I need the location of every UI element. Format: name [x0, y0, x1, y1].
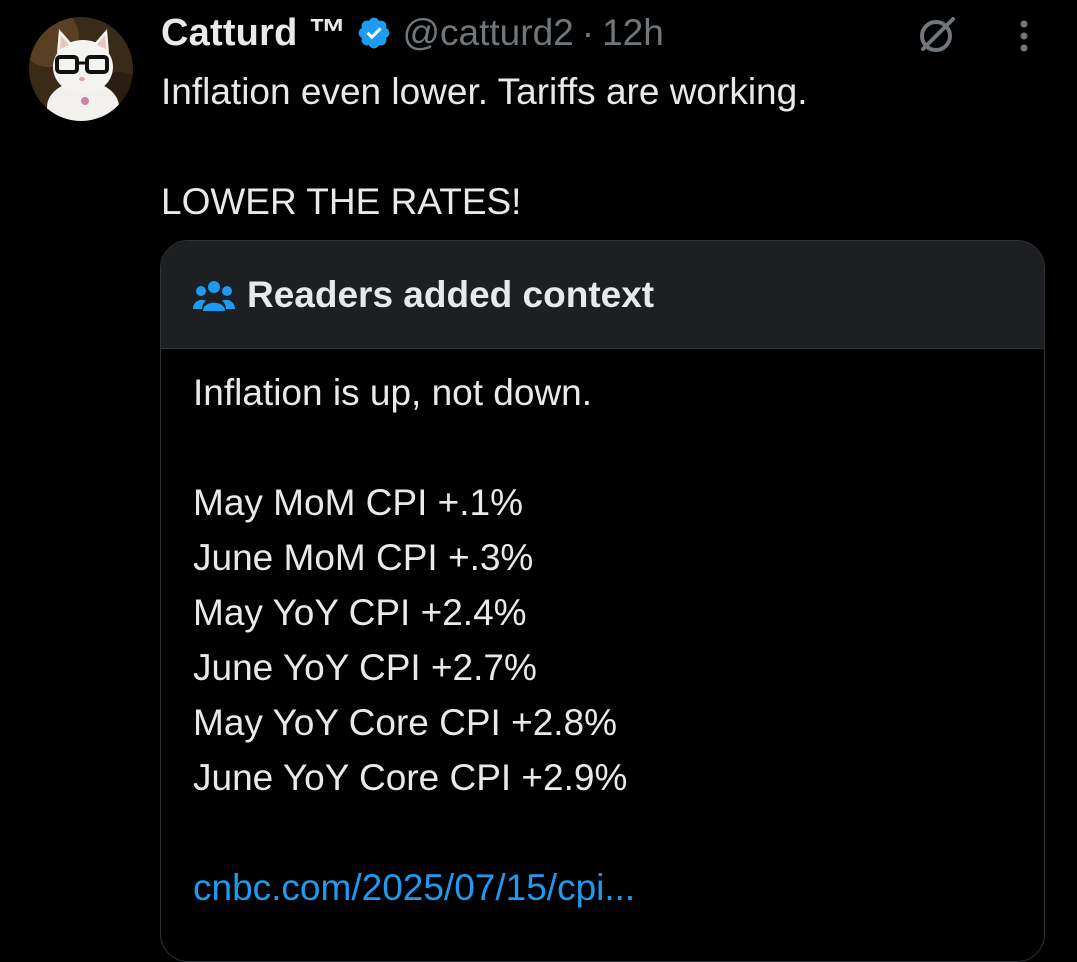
note-line	[193, 805, 1044, 860]
community-note-body: Inflation is up, not down. May MoM CPI +…	[161, 349, 1044, 915]
tweet: Catturd ™ @catturd2 · 12h Inflation even…	[0, 0, 1077, 962]
verified-badge-icon[interactable]	[356, 15, 392, 51]
grok-icon[interactable]	[914, 12, 960, 58]
note-line: June YoY CPI +2.7%	[193, 647, 537, 688]
note-line: May YoY Core CPI +2.8%	[193, 702, 618, 743]
note-link-line: cnbc.com/2025/07/15/cpi...	[193, 860, 1044, 915]
more-icon[interactable]	[1011, 16, 1037, 56]
user-handle[interactable]: @catturd2	[402, 12, 573, 54]
note-line: June YoY Core CPI +2.9%	[193, 757, 628, 798]
avatar-image	[29, 17, 133, 121]
community-note-title: Readers added context	[247, 273, 655, 315]
tweet-text: Inflation even lower. Tariffs are workin…	[161, 64, 1041, 229]
display-name[interactable]: Catturd ™	[161, 12, 346, 55]
avatar[interactable]	[29, 17, 133, 121]
note-line: May MoM CPI +.1%	[193, 482, 524, 523]
separator-dot: ·	[581, 12, 595, 53]
tweet-header: Catturd ™ @catturd2 · 12h	[161, 6, 664, 60]
note-line: Inflation is up, not down.	[193, 372, 593, 413]
tweet-text-line: Inflation even lower. Tariffs are workin…	[161, 71, 808, 112]
community-note: Readers added context Inflation is up, n…	[160, 240, 1045, 962]
people-icon	[193, 279, 235, 313]
note-line: May YoY CPI +2.4%	[193, 592, 527, 633]
tweet-text-line: LOWER THE RATES!	[161, 181, 522, 222]
note-line	[193, 420, 1044, 475]
note-line: June MoM CPI +.3%	[193, 537, 534, 578]
timestamp[interactable]: 12h	[602, 12, 664, 54]
tweet-text-line	[161, 119, 1041, 174]
note-source-link[interactable]: cnbc.com/2025/07/15/cpi...	[193, 867, 635, 908]
community-note-header[interactable]: Readers added context	[161, 241, 1044, 349]
